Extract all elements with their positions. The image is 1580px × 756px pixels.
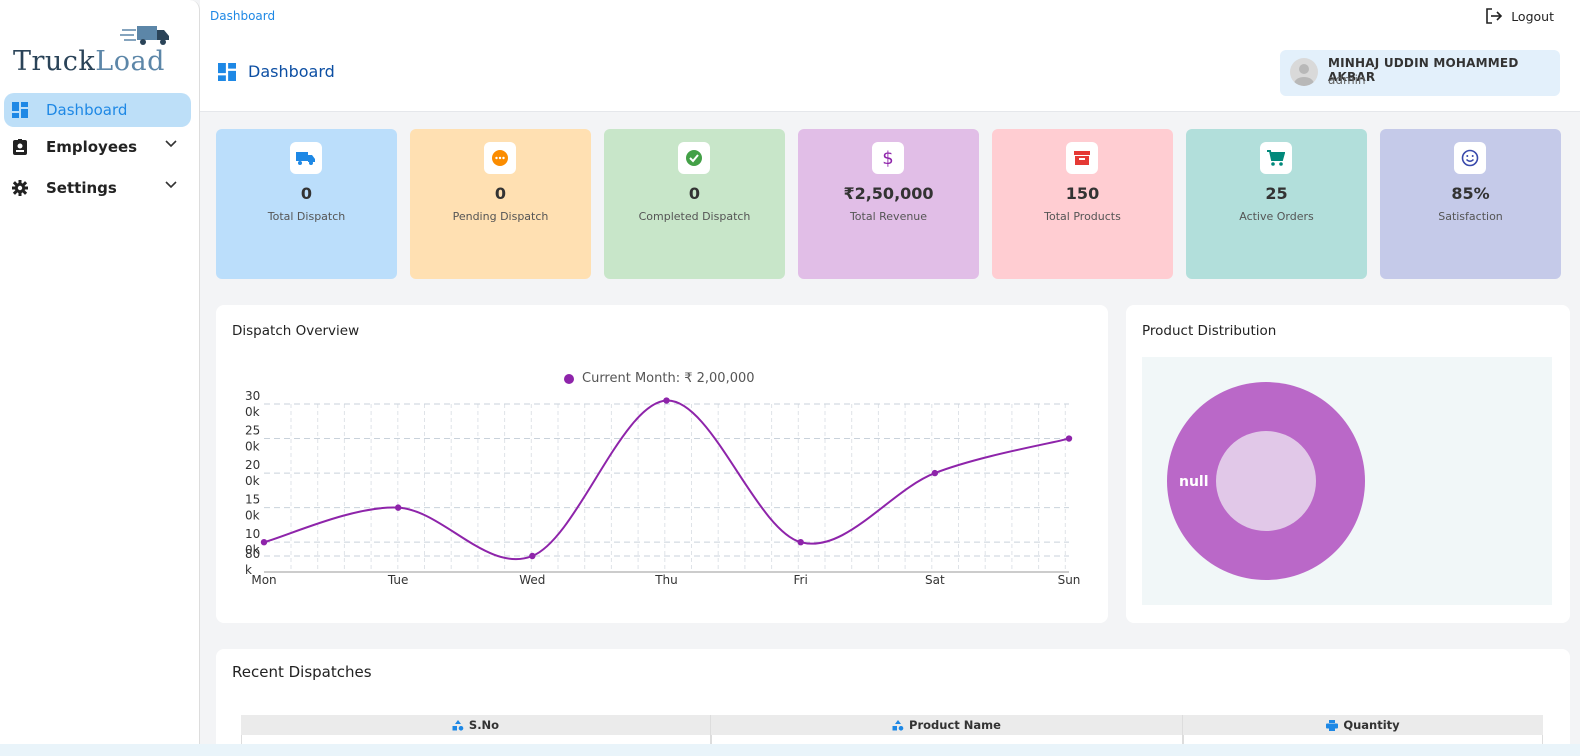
x-tick-label: Sat [925,573,945,587]
x-tick-label: Tue [387,573,409,587]
panel-title: Product Distribution [1142,323,1277,339]
chevron-down-icon[interactable] [165,140,177,148]
sidebar: TruckLoad Dashboard Employees Settings [0,0,200,756]
brand-part2: Load [95,46,165,77]
logout-icon [1486,8,1503,24]
stat-label: Pending Dispatch [452,210,549,223]
smile-icon [1461,149,1479,167]
avatar [1290,58,1318,86]
archive-icon [1074,151,1090,165]
stat-value: 0 [494,184,507,203]
svg-text:$: $ [882,148,893,168]
printer-icon [1326,719,1339,731]
stat-card-completed-dispatch[interactable]: 0 Completed Dispatch [604,129,785,279]
sort-shapes-icon [452,719,464,731]
sidebar-item-employees[interactable]: Employees [4,130,191,164]
logout-label: Logout [1511,8,1554,24]
stat-card-total-products[interactable]: 150 Total Products [992,129,1173,279]
data-point[interactable] [663,397,670,404]
y-tick-label: 25 0k [245,424,260,454]
data-point[interactable] [529,552,536,560]
stat-label: Satisfaction [1438,210,1503,223]
column-label: S.No [468,718,500,732]
dollar-icon: $ [882,148,893,168]
check-circle-icon [686,150,702,166]
stat-value: 25 [1265,184,1288,203]
column-header-quantity[interactable]: Quantity [1183,715,1543,735]
dispatch-overview-panel: Dispatch Overview Current Month: ₹ 2,00,… [216,305,1108,623]
truckload-logo[interactable]: TruckLoad [10,22,190,82]
recent-dispatches-panel: Recent Dispatches S.No Product Name Quan… [216,649,1570,756]
data-point[interactable] [797,538,804,546]
logout-button[interactable]: Logout [1485,8,1554,24]
stat-value: 0 [300,184,313,203]
stat-card-total-dispatch[interactable]: 0 Total Dispatch [216,129,397,279]
series-line[interactable] [263,399,1070,561]
column-label: Quantity [1343,718,1400,732]
data-point[interactable] [1065,435,1073,442]
id-badge-icon [13,139,27,155]
dashboard-icon [218,62,236,81]
stat-card-satisfaction[interactable]: 85% Satisfaction [1380,129,1561,279]
y-tick-label: 15 0k [245,493,260,523]
page-title: Dashboard [218,62,335,81]
truck-icon [296,152,315,165]
slice-label: null [1179,474,1209,490]
stat-card-total-revenue[interactable]: $ ₹2,50,000 Total Revenue [798,129,979,279]
sidebar-item-label: Employees [46,138,138,156]
x-tick-label: Mon [251,573,276,587]
donut-hole [1216,431,1316,531]
user-role: admin [1328,73,1366,87]
dashboard-icon [12,102,28,118]
table-header: S.No Product Name Quantity [241,715,1543,735]
stat-label: Completed Dispatch [638,210,751,223]
data-point[interactable] [931,469,939,477]
product-distribution-panel: Product Distribution null [1126,305,1570,623]
y-tick-label: 20 0k [245,458,260,488]
data-point[interactable] [394,504,402,511]
stat-value: 85% [1451,184,1490,203]
stat-label: Total Revenue [849,210,928,223]
sidebar-item-dashboard[interactable]: Dashboard [4,93,191,127]
gear-icon [12,180,28,196]
x-tick-label: Fri [794,573,808,587]
x-tick-label: Thu [654,573,678,587]
user-profile-card[interactable]: MINHAJ UDDIN MOHAMMED AKBAR admin [1280,50,1560,96]
stat-label: Active Orders [1239,210,1314,223]
top-header: Dashboard Logout Dashboard MINHAJ UDDIN … [200,0,1580,112]
cart-icon [1267,150,1285,166]
brand-name: TruckLoad [13,46,165,77]
x-tick-label: Sun [1058,573,1081,587]
stat-label: Total Dispatch [267,210,346,223]
stat-value: 0 [688,184,701,203]
stat-value: 150 [1065,184,1100,203]
column-label: Product Name [909,718,1001,732]
bottom-scrollbar[interactable] [0,744,1580,756]
sort-shapes-icon [892,719,904,731]
sidebar-item-settings[interactable]: Settings [4,171,191,205]
dispatch-line-chart: 30 0k25 0k20 0k15 0k10 0k80 kMon Tue Wed Thu Fri Sa… [245,389,1081,587]
brand-part1: Truck [13,46,96,77]
stat-card-active-orders[interactable]: 25 Active Orders [1186,129,1367,279]
breadcrumb[interactable]: Dashboard [210,9,275,23]
chevron-down-icon[interactable] [165,181,177,189]
stat-value: ₹2,50,000 [843,184,934,203]
x-tick-label: Wed [519,573,545,587]
truck-logo-icon [120,26,169,45]
pending-icon [492,150,508,166]
stat-card-pending-dispatch[interactable]: 0 Pending Dispatch [410,129,591,279]
data-point[interactable] [260,538,268,546]
column-header-sno[interactable]: S.No [241,715,711,735]
product-pie-chart: null [1167,382,1365,580]
page-title-text: Dashboard [248,62,335,81]
sidebar-item-label: Settings [46,179,117,197]
y-tick-label: 30 0k [245,389,260,419]
pie-chart-area: null [1142,357,1552,605]
panel-title: Recent Dispatches [232,663,372,681]
sidebar-item-label: Dashboard [46,101,128,119]
column-header-product-name[interactable]: Product Name [711,715,1183,735]
stat-label: Total Products [1044,210,1121,223]
